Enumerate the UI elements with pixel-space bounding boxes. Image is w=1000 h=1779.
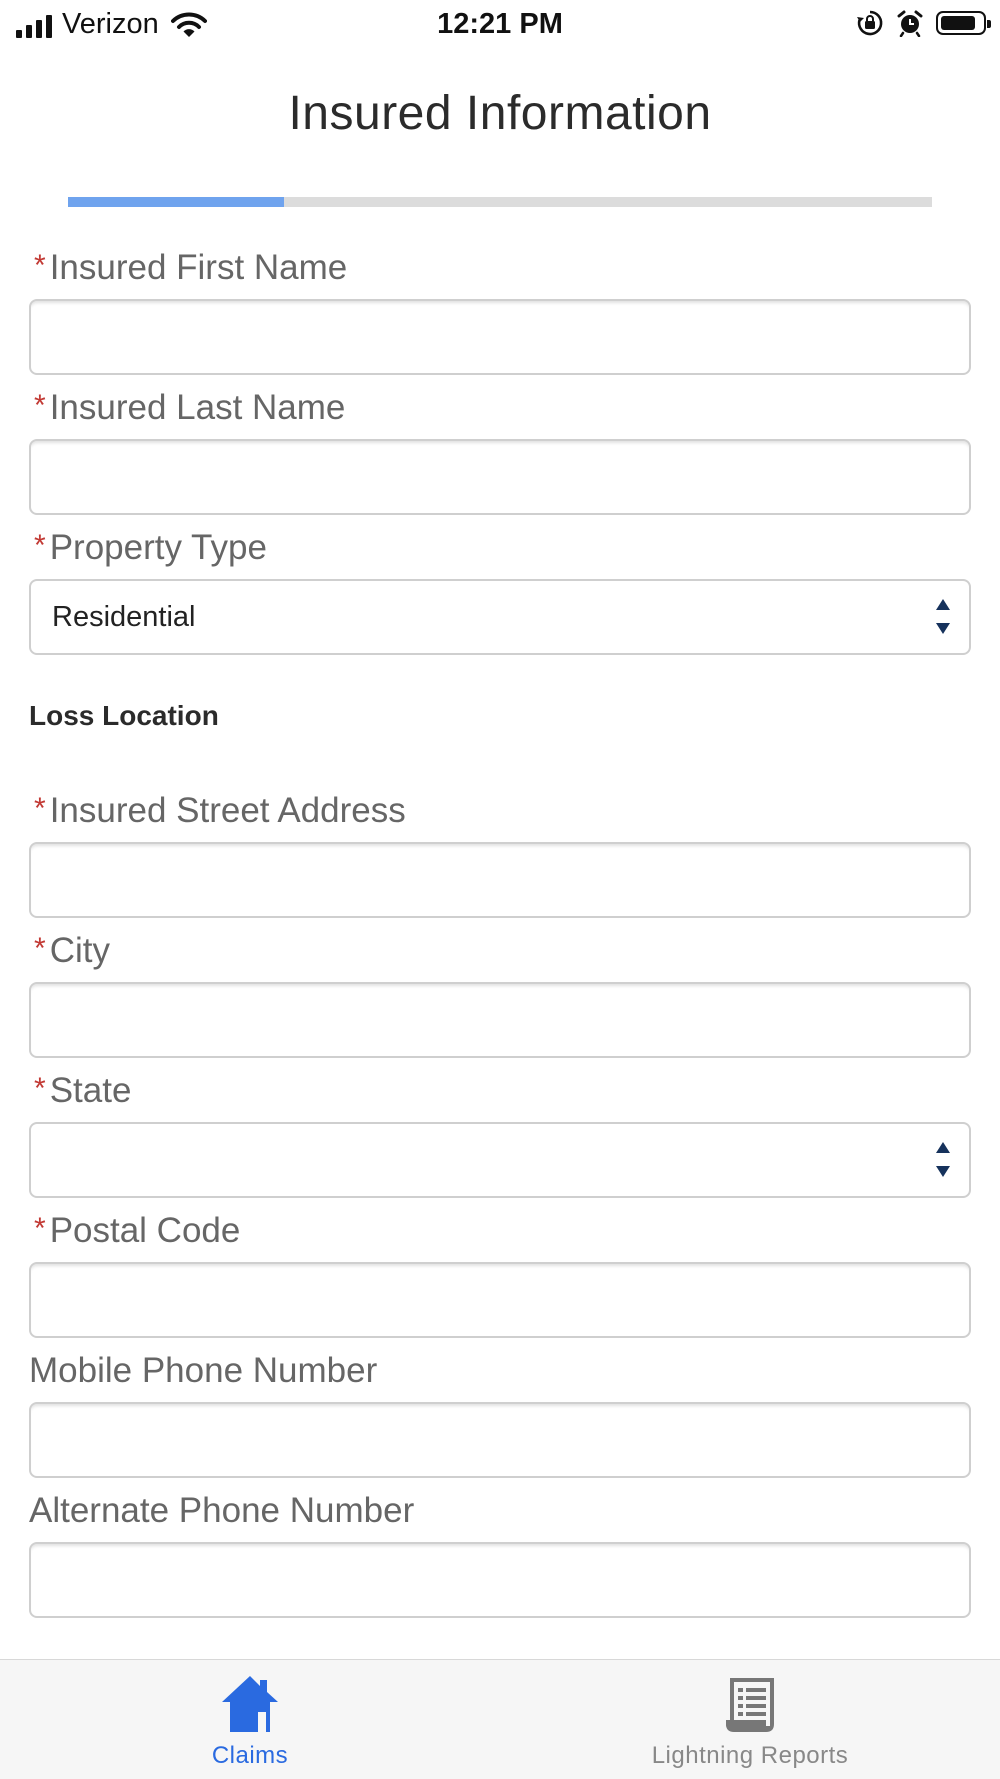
tab-claims[interactable]: Claims bbox=[150, 1660, 350, 1779]
postal-code-label-text: Postal Code bbox=[49, 1211, 241, 1250]
required-marker: * bbox=[34, 389, 46, 422]
city-label: * City bbox=[29, 931, 110, 971]
property-type-select[interactable]: Residential bbox=[29, 579, 971, 655]
street-address-input[interactable] bbox=[29, 842, 971, 918]
loss-location-heading: Loss Location bbox=[29, 700, 219, 731]
tab-lightning-reports[interactable]: Lightning Reports bbox=[590, 1660, 910, 1779]
required-marker: * bbox=[34, 529, 46, 562]
first-name-label-text: Insured First Name bbox=[49, 248, 348, 287]
home-icon bbox=[222, 1676, 278, 1732]
city-input[interactable] bbox=[29, 982, 971, 1058]
last-name-label-text: Insured Last Name bbox=[49, 388, 346, 427]
status-time: 12:21 PM bbox=[437, 8, 563, 40]
mobile-phone-input[interactable] bbox=[29, 1402, 971, 1478]
tab-bar: Claims Lightning Reports bbox=[0, 1659, 1000, 1779]
postal-code-label: * Postal Code bbox=[29, 1211, 240, 1251]
battery-icon bbox=[936, 11, 991, 35]
property-type-label: * Property Type bbox=[29, 528, 267, 568]
street-address-label-text: Insured Street Address bbox=[49, 791, 406, 830]
select-arrows-icon bbox=[935, 1140, 951, 1180]
street-address-label: * Insured Street Address bbox=[29, 791, 406, 831]
status-bar: Verizon 12:21 PM bbox=[0, 0, 1000, 52]
property-type-label-text: Property Type bbox=[49, 528, 267, 567]
state-select[interactable] bbox=[29, 1122, 971, 1198]
last-name-label: * Insured Last Name bbox=[29, 388, 345, 428]
mobile-phone-label: Mobile Phone Number bbox=[29, 1351, 378, 1390]
alternate-phone-input[interactable] bbox=[29, 1542, 971, 1618]
required-marker: * bbox=[34, 932, 46, 965]
progress-bar bbox=[68, 197, 932, 207]
required-marker: * bbox=[34, 249, 46, 282]
report-icon bbox=[726, 1678, 774, 1732]
status-right bbox=[856, 9, 991, 37]
required-marker: * bbox=[34, 1072, 46, 1105]
progress-bar-fill bbox=[68, 197, 284, 207]
first-name-label: * Insured First Name bbox=[29, 248, 347, 288]
page-title: Insured Information bbox=[288, 87, 712, 140]
tab-lightning-reports-label: Lightning Reports bbox=[651, 1742, 849, 1769]
select-arrows-icon bbox=[935, 597, 951, 637]
city-label-text: City bbox=[49, 931, 110, 970]
required-marker: * bbox=[34, 1212, 46, 1245]
state-label: * State bbox=[29, 1071, 131, 1111]
first-name-input[interactable] bbox=[29, 299, 971, 375]
state-label-text: State bbox=[49, 1071, 132, 1110]
postal-code-input[interactable] bbox=[29, 1262, 971, 1338]
required-marker: * bbox=[34, 792, 46, 825]
property-type-value: Residential bbox=[52, 601, 196, 633]
last-name-input[interactable] bbox=[29, 439, 971, 515]
orientation-lock-icon bbox=[857, 10, 883, 36]
alternate-phone-label: Alternate Phone Number bbox=[29, 1491, 415, 1530]
tab-claims-label: Claims bbox=[211, 1742, 289, 1769]
alarm-icon bbox=[897, 10, 923, 37]
